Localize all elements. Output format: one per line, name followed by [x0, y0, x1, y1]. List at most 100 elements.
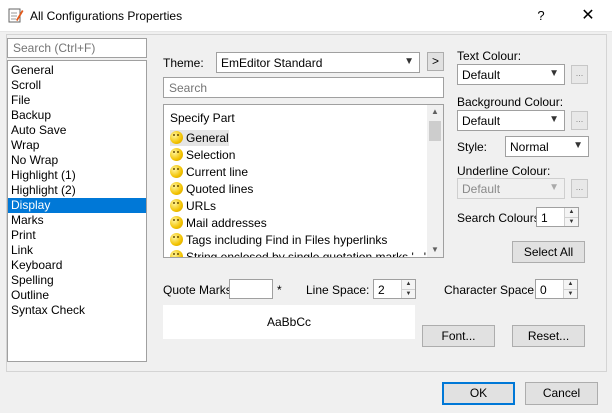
part-label: Quoted lines — [186, 182, 254, 196]
theme-label: Theme: — [163, 56, 204, 70]
theme-select[interactable]: EmEditor Standard ▼ — [216, 52, 420, 73]
scroll-down-icon[interactable]: ▼ — [427, 243, 443, 257]
category-list[interactable]: General Scroll File Backup Auto Save Wra… — [7, 60, 147, 362]
line-space-label: Line Space: — [306, 283, 370, 297]
smiley-icon — [170, 182, 183, 195]
part-item[interactable]: Quoted lines — [170, 181, 253, 197]
part-label: String enclosed by single quotation mark… — [186, 250, 427, 258]
part-item[interactable]: Selection — [170, 147, 235, 163]
category-item[interactable]: Spelling — [8, 273, 146, 288]
background-colour-value: Default — [462, 114, 501, 128]
part-label: Current line — [186, 165, 249, 179]
part-item[interactable]: Mail addresses — [170, 215, 267, 231]
part-item[interactable]: Tags including Find in Files hyperlinks — [170, 232, 387, 248]
part-item-selected[interactable]: General — [170, 130, 229, 146]
chevron-down-icon: ▼ — [573, 140, 583, 151]
category-item[interactable]: Highlight (1) — [8, 168, 146, 183]
scroll-thumb[interactable] — [429, 121, 441, 141]
line-space-value: 2 — [378, 283, 385, 297]
part-list-scrollbar[interactable]: ▲ ▼ — [427, 105, 443, 257]
background-colour-more-button[interactable]: ... — [571, 111, 588, 130]
app-icon — [8, 8, 24, 23]
help-button[interactable]: ? — [528, 6, 554, 26]
search-colours-spinner[interactable]: 1 ▲ ▼ — [536, 207, 579, 227]
smiley-icon — [170, 233, 183, 246]
underline-colour-value: Default — [462, 182, 501, 196]
text-colour-more-button[interactable]: ... — [571, 65, 588, 84]
category-item[interactable]: Outline — [8, 288, 146, 303]
quote-marks-input[interactable] — [229, 279, 273, 299]
style-select[interactable]: Normal ▼ — [505, 136, 589, 157]
category-item[interactable]: General — [8, 63, 146, 78]
character-space-spinner[interactable]: 0 ▲ ▼ — [535, 279, 578, 299]
select-all-button[interactable]: Select All — [512, 241, 585, 263]
part-label: Tags including Find in Files hyperlinks — [186, 233, 388, 247]
smiley-icon — [170, 148, 183, 161]
part-label: Selection — [186, 148, 236, 162]
font-preview: AaBbCc — [163, 305, 415, 339]
part-item[interactable]: String enclosed by single quotation mark… — [170, 249, 427, 258]
background-colour-select[interactable]: Default ▼ — [457, 110, 565, 131]
category-item[interactable]: Backup — [8, 108, 146, 123]
spin-down-icon[interactable]: ▼ — [401, 289, 415, 298]
part-search-input[interactable] — [163, 77, 444, 98]
category-search-input[interactable] — [7, 38, 147, 58]
theme-arrow-button[interactable]: > — [427, 52, 444, 71]
search-colours-value: 1 — [541, 211, 548, 225]
ok-button[interactable]: OK — [442, 382, 515, 405]
font-button[interactable]: Font... — [422, 325, 495, 347]
theme-value: EmEditor Standard — [221, 56, 323, 70]
category-item[interactable]: No Wrap — [8, 153, 146, 168]
line-space-spinner[interactable]: 2 ▲ ▼ — [373, 279, 416, 299]
reset-button[interactable]: Reset... — [512, 325, 585, 347]
part-list-header: Specify Part — [170, 111, 235, 125]
chevron-down-icon: ▼ — [549, 114, 559, 125]
title-bar: All Configurations Properties ? ✕ — [0, 0, 612, 32]
underline-colour-select[interactable]: Default ▼ — [457, 178, 565, 199]
part-label: General — [186, 131, 229, 145]
smiley-icon — [170, 165, 183, 178]
quote-marks-star: * — [277, 283, 282, 297]
cancel-button[interactable]: Cancel — [525, 382, 598, 405]
smiley-icon — [170, 199, 183, 212]
search-colours-label: Search Colours: — [457, 211, 544, 225]
spin-up-icon[interactable]: ▲ — [401, 280, 415, 289]
part-label: Mail addresses — [186, 216, 267, 230]
smiley-icon — [170, 250, 183, 257]
character-space-value: 0 — [540, 283, 547, 297]
category-item-selected[interactable]: Display — [8, 198, 146, 213]
close-button[interactable]: ✕ — [576, 4, 600, 28]
category-item[interactable]: Syntax Check — [8, 303, 146, 318]
spin-up-icon[interactable]: ▲ — [564, 208, 578, 217]
category-item[interactable]: Keyboard — [8, 258, 146, 273]
text-colour-select[interactable]: Default ▼ — [457, 64, 565, 85]
character-space-label: Character Space: — [444, 283, 538, 297]
underline-colour-more-button[interactable]: ... — [571, 179, 588, 198]
style-label: Style: — [457, 140, 488, 154]
smiley-icon — [170, 216, 183, 229]
category-item[interactable]: File — [8, 93, 146, 108]
spin-down-icon[interactable]: ▼ — [564, 217, 578, 226]
spin-down-icon[interactable]: ▼ — [563, 289, 577, 298]
scroll-up-icon[interactable]: ▲ — [427, 105, 443, 119]
chevron-down-icon: ▼ — [549, 182, 559, 193]
category-item[interactable]: Highlight (2) — [8, 183, 146, 198]
background-colour-label: Background Colour: — [457, 95, 564, 109]
category-item[interactable]: Scroll — [8, 78, 146, 93]
spin-up-icon[interactable]: ▲ — [563, 280, 577, 289]
part-item[interactable]: URLs — [170, 198, 216, 214]
part-list[interactable]: Specify Part General Selection Current l… — [163, 104, 444, 258]
text-colour-value: Default — [462, 68, 501, 82]
category-item[interactable]: Wrap — [8, 138, 146, 153]
chevron-down-icon: ▼ — [404, 56, 414, 67]
category-item[interactable]: Auto Save — [8, 123, 146, 138]
part-item[interactable]: Current line — [170, 164, 248, 180]
window-title: All Configurations Properties — [30, 9, 183, 23]
category-item[interactable]: Link — [8, 243, 146, 258]
underline-colour-label: Underline Colour: — [457, 164, 551, 178]
category-item[interactable]: Marks — [8, 213, 146, 228]
category-item[interactable]: Print — [8, 228, 146, 243]
quote-marks-label: Quote Marks: — [163, 283, 236, 297]
smiley-icon — [170, 131, 183, 144]
chevron-down-icon: ▼ — [549, 68, 559, 79]
